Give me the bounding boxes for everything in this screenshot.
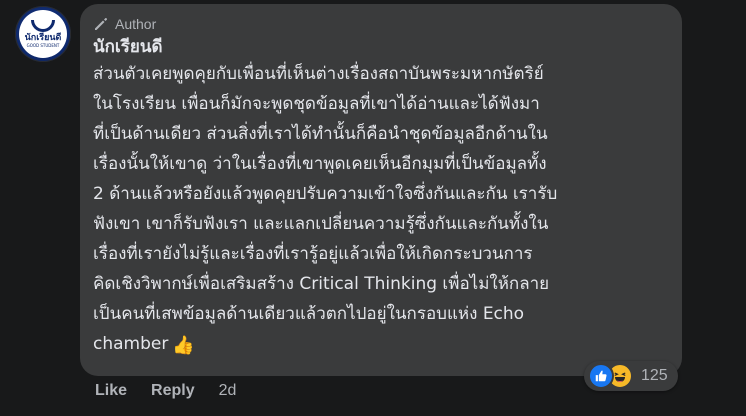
comment-last-line: chamber 👍 xyxy=(93,329,673,361)
reaction-count: 125 xyxy=(641,367,668,384)
comment-line-text: chamber xyxy=(93,334,169,354)
comment-line: ในโรงเรียน เพื่อนก็มักจะพูดชุดข้อมูลที่เ… xyxy=(93,94,540,114)
author-badge: Author xyxy=(93,14,670,34)
comment-body: ส่วนตัวเคยพูดคุยกับเพื่อนที่เห็นต่างเรื่… xyxy=(93,59,673,361)
comment-line: ฟังเขา เขาก็รับฟังเรา และแลกเปลี่ยนความร… xyxy=(93,214,549,234)
reactions-summary[interactable]: 125 xyxy=(584,361,678,391)
logo-icon: นักเรียนดี GOOD STUDENT xyxy=(19,10,67,58)
comment-actions: Like Reply 2d xyxy=(95,380,236,402)
comment-line: คิดเชิงวิพากษ์เพื่อเสริมสร้าง Critical T… xyxy=(93,274,550,294)
comment-line: ส่วนตัวเคยพูดคุยกับเพื่อนที่เห็นต่างเรื่… xyxy=(93,64,544,84)
like-icon xyxy=(588,363,614,389)
comment-bubble: Author นักเรียนดี ส่วนตัวเคยพูดคุยกับเพื… xyxy=(80,4,682,376)
author-avatar[interactable]: นักเรียนดี GOOD STUDENT xyxy=(15,6,71,62)
smile-mark xyxy=(31,20,55,32)
comment-line: 2 ด้านแล้วหรือยังแล้วพูดคุยปรับความเข้าใ… xyxy=(93,184,558,204)
logo-subtext: GOOD STUDENT xyxy=(26,43,60,48)
comment-line: เรื่องนั้นให้เขาดู ว่าในเรื่องที่เขาพูดเ… xyxy=(93,154,547,174)
comment-line: ที่เป็นด้านเดียว ส่วนสิ่งที่เราได้ทำนั้น… xyxy=(93,124,548,144)
logo-text: นักเรียนดี xyxy=(24,33,62,43)
badge-label: Author xyxy=(115,16,157,32)
author-name[interactable]: นักเรียนดี xyxy=(93,36,670,58)
pencil-icon xyxy=(93,16,109,32)
like-button[interactable]: Like xyxy=(95,382,127,400)
thumbs-up-emoji: 👍 xyxy=(172,335,195,356)
timestamp-link[interactable]: 2d xyxy=(219,382,237,400)
comment-line: เป็นคนที่เสพข้อมูลด้านเดียวแล้วตกไปอยู่ใ… xyxy=(93,304,525,324)
reply-button[interactable]: Reply xyxy=(151,382,195,400)
comment-line: เรื่องที่เรายังไม่รู้และเรื่องที่เรารู้อ… xyxy=(93,244,533,264)
comment-stage: นักเรียนดี GOOD STUDENT Author นักเรียนด… xyxy=(0,0,746,416)
